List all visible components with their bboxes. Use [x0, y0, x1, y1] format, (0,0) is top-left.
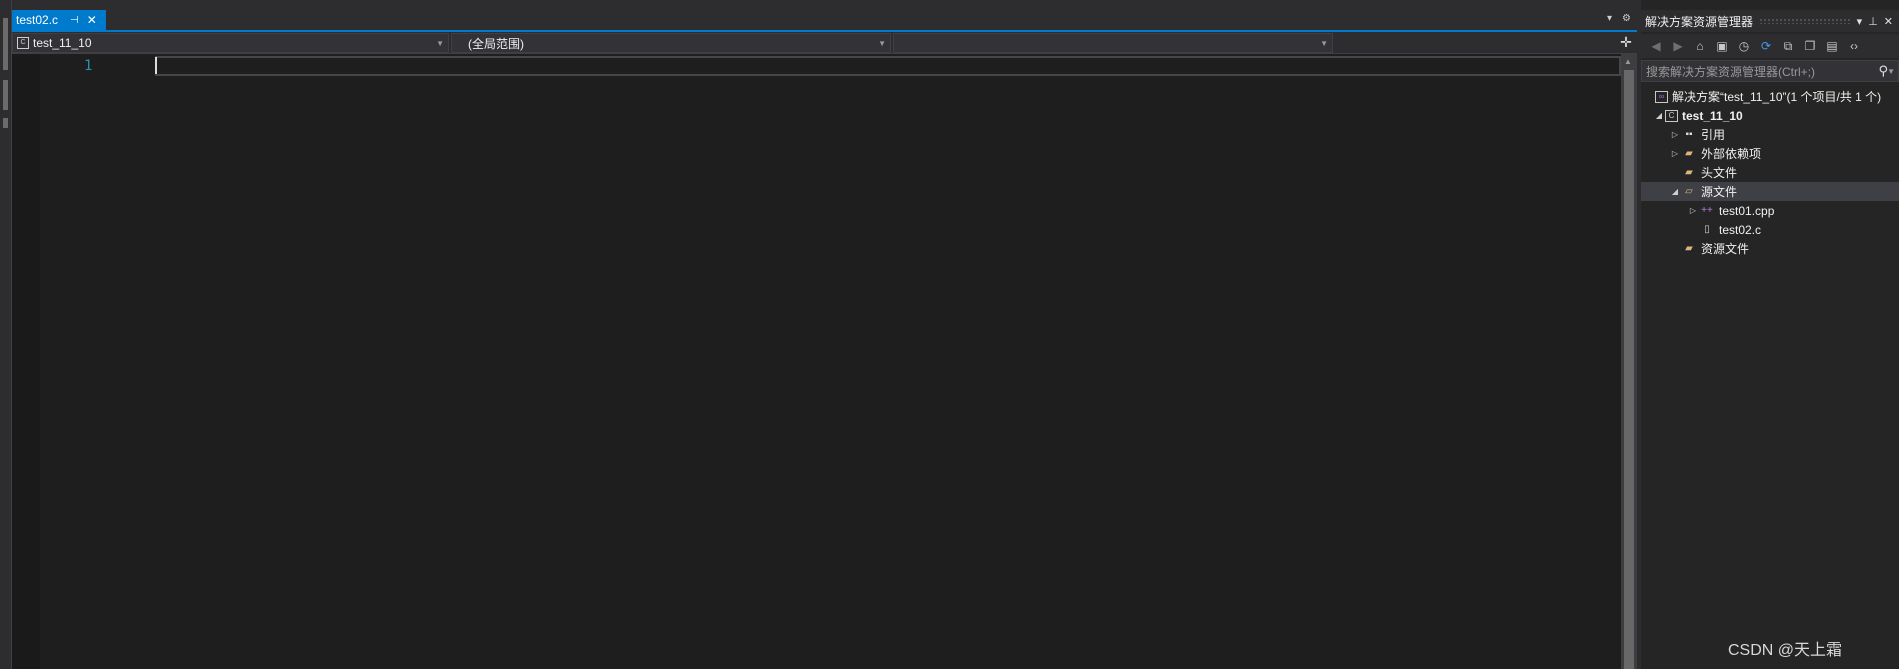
chevron-down-icon: ▼: [436, 39, 444, 48]
sync-icon[interactable]: ⟳: [1757, 37, 1775, 55]
tree-node-label: 引用: [1701, 128, 1726, 142]
scroll-up-icon[interactable]: ▲: [1624, 57, 1632, 66]
tree-node-references[interactable]: ▷ ▪▪ 引用: [1641, 125, 1899, 144]
toolbox-tab[interactable]: [3, 80, 8, 110]
current-line-highlight: [155, 56, 1621, 76]
tree-node-label: 外部依赖项: [1701, 147, 1762, 161]
scrollbar-thumb[interactable]: [1624, 70, 1634, 669]
line-number: 1: [84, 58, 93, 74]
tree-node-external-deps[interactable]: ▷ ▰ 外部依赖项: [1641, 144, 1899, 163]
close-icon[interactable]: ✕: [1884, 15, 1893, 28]
tree-node-label: 解决方案“test_11_10”(1 个项目/共 1 个): [1672, 90, 1882, 104]
folder-icon: ▰: [1685, 166, 1693, 178]
ide-window: test02.c ⊣ ✕ ▾ ⚙ C test_11_10 ▼ (全局范围) ▼: [0, 0, 1899, 669]
home-icon[interactable]: ⌂: [1691, 37, 1709, 55]
indicator-margin: [12, 54, 40, 669]
tree-node-resource-files[interactable]: ▰ 资源文件: [1641, 239, 1899, 258]
code-editor[interactable]: 1: [12, 54, 1621, 669]
forward-icon[interactable]: ▶: [1669, 37, 1687, 55]
tree-node-test02-c[interactable]: ▯ test02.c: [1641, 220, 1899, 239]
tree-node-label: 源文件: [1701, 185, 1738, 199]
vs-solution-icon[interactable]: ▣: [1713, 37, 1731, 55]
scope-dropdown[interactable]: (全局范围) ▼: [451, 33, 891, 53]
tab-test02-c[interactable]: test02.c ⊣ ✕: [12, 10, 106, 30]
solution-explorer-titlebar: 解决方案资源管理器 ▾ ⊥ ✕: [1641, 10, 1899, 32]
folder-icon: ▰: [1685, 147, 1693, 159]
solution-explorer-toolbar: ◀ ▶ ⌂ ▣ ◷ ⟳ ⧉ ❐ ▤ ‹›: [1641, 34, 1899, 58]
watermark: CSDN @天上霜: [1728, 642, 1843, 659]
tree-node-label: test_11_10: [1682, 108, 1743, 123]
editor-pane: test02.c ⊣ ✕ ▾ ⚙ C test_11_10 ▼ (全局范围) ▼: [12, 0, 1637, 669]
solution-tree: ∞ 解决方案“test_11_10”(1 个项目/共 1 个) ◢ C test…: [1641, 87, 1899, 258]
history-icon[interactable]: ◷: [1735, 37, 1753, 55]
text-caret: [155, 57, 157, 74]
tree-node-label: test02.c: [1719, 222, 1762, 237]
back-icon[interactable]: ◀: [1647, 37, 1665, 55]
folder-icon: ▰: [1685, 242, 1693, 254]
chevron-down-icon: ▼: [1320, 39, 1328, 48]
project-dropdown[interactable]: C test_11_10 ▼: [12, 33, 449, 53]
tree-node-label: test01.cpp: [1719, 203, 1775, 218]
document-tab-bar: test02.c ⊣ ✕ ▾ ⚙: [12, 0, 1637, 30]
tree-node-source-files[interactable]: ◢ ▱ 源文件: [1641, 182, 1899, 201]
solution-explorer: 解决方案资源管理器 ▾ ⊥ ✕ ◀ ▶ ⌂ ▣ ◷ ⟳ ⧉ ❐ ▤ ‹› 搜索解…: [1641, 0, 1899, 669]
navigation-bar: C test_11_10 ▼ (全局范围) ▼ ▼ ✛: [12, 32, 1637, 54]
pin-icon[interactable]: ⊥: [1868, 15, 1878, 28]
tab-controls: ▾ ⚙: [1607, 13, 1631, 24]
tab-title: test02.c: [16, 13, 59, 27]
member-dropdown[interactable]: ▼: [893, 33, 1333, 53]
scope-dropdown-value: (全局范围): [468, 36, 524, 51]
expand-icon[interactable]: ◢: [1669, 187, 1681, 196]
copy-icon[interactable]: ❐: [1801, 37, 1819, 55]
tab-list-dropdown-icon[interactable]: ▾: [1607, 13, 1612, 24]
c-file-icon: ▯: [1704, 223, 1710, 235]
expand-icon[interactable]: ◢: [1653, 111, 1665, 120]
collapse-icon[interactable]: ⧉: [1779, 37, 1797, 55]
collapsed-icon[interactable]: ▷: [1687, 206, 1699, 215]
close-icon[interactable]: ✕: [87, 13, 97, 27]
tree-node-label: 资源文件: [1701, 242, 1750, 256]
solution-search-input[interactable]: 搜索解决方案资源管理器(Ctrl+;) ⚲ ▼: [1641, 60, 1899, 82]
tree-node-test01-cpp[interactable]: ▷ ++ test01.cpp: [1641, 201, 1899, 220]
properties-icon[interactable]: ▤: [1823, 37, 1841, 55]
collapsed-icon[interactable]: ▷: [1669, 149, 1681, 158]
server-explorer-tab[interactable]: [3, 18, 8, 70]
tree-node-header-files[interactable]: ▰ 头文件: [1641, 163, 1899, 182]
tree-node-project[interactable]: ◢ C test_11_10: [1641, 106, 1899, 125]
project-icon: C: [17, 37, 29, 49]
title-grip[interactable]: [1759, 18, 1851, 24]
code-view-icon[interactable]: ‹›: [1845, 37, 1863, 55]
search-placeholder: 搜索解决方案资源管理器(Ctrl+;): [1646, 64, 1815, 79]
references-icon: ▪▪: [1685, 128, 1693, 140]
split-window-icon[interactable]: ✛: [1617, 34, 1635, 52]
folder-open-icon: ▱: [1685, 185, 1693, 197]
strip-tab-3[interactable]: [3, 118, 8, 128]
vertical-scrollbar[interactable]: ▲: [1621, 54, 1637, 669]
chevron-down-icon: ▼: [878, 39, 886, 48]
panel-title: 解决方案资源管理器: [1645, 14, 1754, 29]
project-icon: C: [1665, 109, 1678, 122]
collapsed-icon[interactable]: ▷: [1669, 130, 1681, 139]
chevron-down-icon[interactable]: ▼: [1887, 67, 1895, 76]
left-autohide-strip[interactable]: [0, 0, 12, 669]
solution-icon: ∞: [1655, 90, 1668, 103]
cpp-file-icon: ++: [1701, 204, 1713, 216]
tree-node-solution[interactable]: ∞ 解决方案“test_11_10”(1 个项目/共 1 个): [1641, 87, 1899, 106]
tree-node-label: 头文件: [1701, 166, 1738, 180]
pin-icon[interactable]: ⊣: [70, 15, 79, 26]
settings-gear-icon[interactable]: ⚙: [1622, 13, 1631, 24]
window-position-dropdown-icon[interactable]: ▾: [1857, 15, 1863, 28]
project-dropdown-value: test_11_10: [33, 36, 92, 50]
